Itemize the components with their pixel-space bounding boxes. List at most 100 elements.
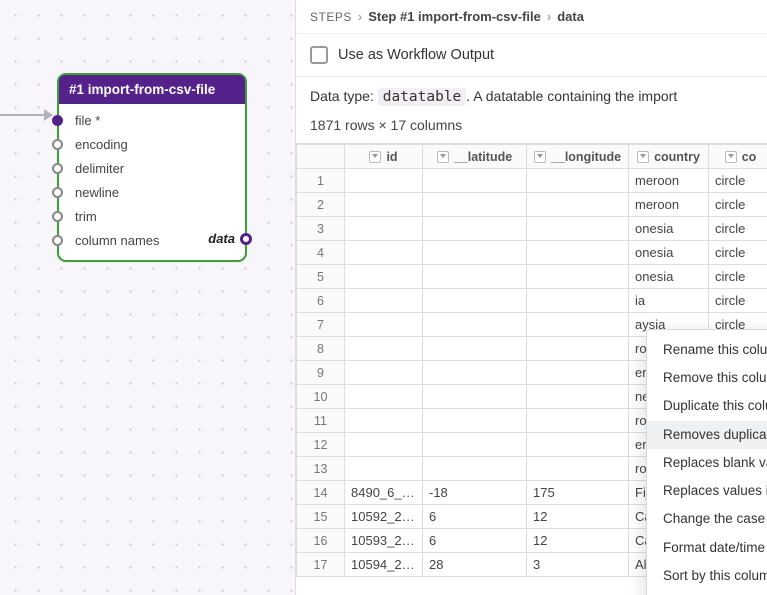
col-header-id[interactable]: id (345, 145, 423, 169)
cell[interactable] (423, 313, 527, 337)
row-number[interactable]: 6 (297, 289, 345, 313)
row-number[interactable]: 16 (297, 529, 345, 553)
filter-icon[interactable] (534, 151, 546, 163)
node-title[interactable]: #1 import-from-csv-file (59, 75, 245, 104)
cell[interactable] (527, 217, 629, 241)
port-in-icon[interactable] (52, 187, 63, 198)
port-in-icon[interactable] (52, 211, 63, 222)
port-out-icon[interactable] (240, 233, 252, 245)
cell[interactable] (345, 337, 423, 361)
cell[interactable]: 10592_2_5... (345, 505, 423, 529)
context-menu-item[interactable]: Rename this column (647, 336, 767, 364)
cell[interactable] (345, 265, 423, 289)
cell[interactable] (423, 457, 527, 481)
breadcrumb-leaf[interactable]: data (557, 9, 584, 24)
filter-icon[interactable] (637, 151, 649, 163)
row-number[interactable]: 13 (297, 457, 345, 481)
column-context-menu[interactable]: Rename this columnRemove this columnDupl… (646, 329, 767, 595)
node-input-delimiter[interactable]: delimiter (59, 156, 245, 180)
table-row[interactable]: 5onesiacircle (297, 265, 767, 289)
cell[interactable] (527, 289, 629, 313)
port-in-icon[interactable] (52, 163, 63, 174)
breadcrumb-root[interactable]: STEPS (310, 10, 352, 24)
cell[interactable] (423, 409, 527, 433)
row-number[interactable]: 4 (297, 241, 345, 265)
context-menu-item[interactable]: Filter by this column (647, 590, 767, 595)
cell[interactable] (527, 169, 629, 193)
col-header-latitude[interactable]: __latitude (423, 145, 527, 169)
context-menu-item[interactable]: Remove this column (647, 364, 767, 392)
cell[interactable]: onesia (629, 265, 709, 289)
node-input-encoding[interactable]: encoding (59, 132, 245, 156)
context-menu-item[interactable]: Change the case of text values in this c… (647, 505, 767, 533)
row-number[interactable]: 11 (297, 409, 345, 433)
cell[interactable] (423, 337, 527, 361)
cell[interactable]: circle (709, 217, 767, 241)
cell[interactable] (345, 169, 423, 193)
table-row[interactable]: 6iacircle (297, 289, 767, 313)
workflow-canvas[interactable]: #1 import-from-csv-file file * encoding … (0, 0, 295, 595)
row-number[interactable]: 3 (297, 217, 345, 241)
cell[interactable]: 12 (527, 529, 629, 553)
cell[interactable] (345, 457, 423, 481)
filter-icon[interactable] (369, 151, 381, 163)
cell[interactable] (423, 217, 527, 241)
context-menu-item[interactable]: Duplicate this column (647, 392, 767, 420)
context-menu-item[interactable]: Replaces blank values in this column (647, 449, 767, 477)
row-number[interactable]: 7 (297, 313, 345, 337)
cell[interactable] (345, 361, 423, 385)
cell[interactable] (345, 289, 423, 313)
cell[interactable]: 3 (527, 553, 629, 577)
col-header-country[interactable]: country (629, 145, 709, 169)
row-number[interactable]: 8 (297, 337, 345, 361)
cell[interactable] (345, 409, 423, 433)
cell[interactable] (527, 193, 629, 217)
port-in-icon[interactable] (52, 235, 63, 246)
filter-icon[interactable] (725, 151, 737, 163)
col-header-co[interactable]: co (709, 145, 767, 169)
filter-icon[interactable] (437, 151, 449, 163)
cell[interactable]: circle (709, 193, 767, 217)
row-number[interactable]: 1 (297, 169, 345, 193)
row-number[interactable]: 10 (297, 385, 345, 409)
cell[interactable]: meroon (629, 193, 709, 217)
cell[interactable]: circle (709, 241, 767, 265)
cell[interactable]: circle (709, 265, 767, 289)
context-menu-item[interactable]: Removes duplicate values in this column (647, 421, 767, 449)
cell[interactable] (527, 361, 629, 385)
cell[interactable] (527, 385, 629, 409)
cell[interactable]: meroon (629, 169, 709, 193)
row-number[interactable]: 15 (297, 505, 345, 529)
workflow-node[interactable]: #1 import-from-csv-file file * encoding … (57, 73, 247, 262)
table-row[interactable]: 2merooncircle (297, 193, 767, 217)
row-number[interactable]: 14 (297, 481, 345, 505)
context-menu-item[interactable]: Format date/time values in this column (647, 534, 767, 562)
cell[interactable] (527, 337, 629, 361)
cell[interactable] (527, 409, 629, 433)
cell[interactable]: 28 (423, 553, 527, 577)
cell[interactable] (345, 385, 423, 409)
cell[interactable]: circle (709, 169, 767, 193)
node-input-newline[interactable]: newline (59, 180, 245, 204)
cell[interactable]: onesia (629, 241, 709, 265)
table-row[interactable]: 3onesiacircle (297, 217, 767, 241)
cell[interactable] (345, 433, 423, 457)
context-menu-item[interactable]: Sort by this column (647, 562, 767, 590)
cell[interactable]: 6 (423, 505, 527, 529)
cell[interactable] (527, 313, 629, 337)
row-number[interactable]: 9 (297, 361, 345, 385)
port-in-icon[interactable] (52, 139, 63, 150)
cell[interactable] (527, 433, 629, 457)
cell[interactable] (423, 265, 527, 289)
row-number[interactable]: 12 (297, 433, 345, 457)
cell[interactable] (423, 361, 527, 385)
port-in-icon[interactable] (52, 115, 63, 126)
table-row[interactable]: 1 merooncircle (297, 169, 767, 193)
row-number[interactable]: 17 (297, 553, 345, 577)
cell[interactable] (527, 241, 629, 265)
cell[interactable]: 6 (423, 529, 527, 553)
cell[interactable] (423, 289, 527, 313)
cell[interactable] (423, 241, 527, 265)
cell[interactable]: ia (629, 289, 709, 313)
cell[interactable]: 12 (527, 505, 629, 529)
